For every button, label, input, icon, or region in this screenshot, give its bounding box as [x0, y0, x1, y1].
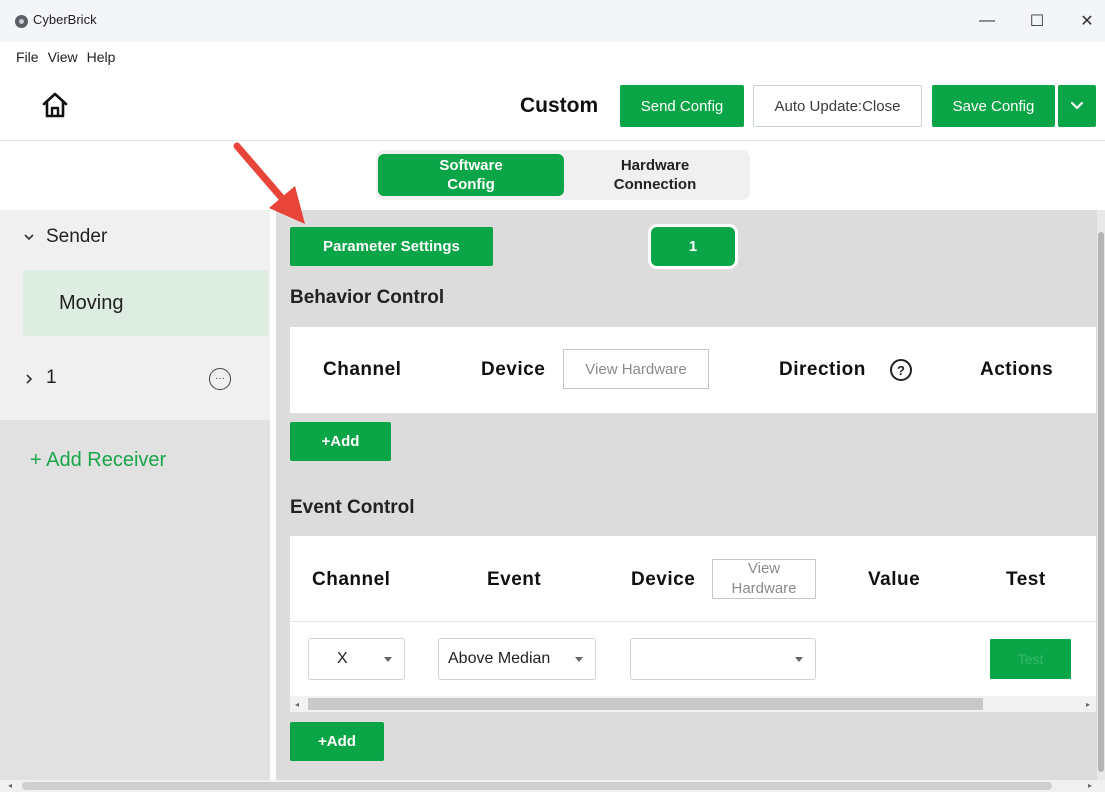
- event-control-title: Event Control: [290, 497, 415, 518]
- horizontal-scrollbar-thumb[interactable]: [22, 782, 1052, 790]
- event-col-value: Value: [868, 569, 921, 590]
- chevron-down-icon[interactable]: [23, 231, 35, 243]
- behavior-control-title: Behavior Control: [290, 287, 445, 308]
- behavior-col-direction: Direction: [779, 359, 866, 380]
- event-table: [290, 536, 1096, 708]
- event-view-hardware-button[interactable]: View Hardware: [712, 559, 816, 599]
- tab-software-config[interactable]: Software Config: [378, 154, 564, 196]
- dropdown-caret-icon: [575, 657, 583, 662]
- event-table-scrollbar-thumb[interactable]: [308, 698, 983, 710]
- send-config-button[interactable]: Send Config: [620, 85, 744, 127]
- annotation-arrow-icon: [233, 142, 305, 224]
- behavior-col-channel: Channel: [323, 359, 402, 380]
- menu-file[interactable]: File: [16, 49, 39, 65]
- tab-software-line1: Software: [439, 157, 503, 174]
- scroll-right-icon[interactable]: ▸: [1086, 700, 1090, 709]
- event-add-button[interactable]: +Add: [290, 722, 384, 761]
- window-title: CyberBrick: [33, 12, 97, 27]
- maximize-button[interactable]: ☐: [1017, 8, 1057, 34]
- test-button[interactable]: Test: [990, 639, 1071, 679]
- device-select[interactable]: [630, 638, 816, 680]
- channel-select[interactable]: X: [308, 638, 405, 680]
- minimize-button[interactable]: —: [967, 8, 1007, 34]
- tab-hardware-line1: Hardware: [620, 157, 690, 174]
- scroll-left-icon[interactable]: ◂: [8, 781, 12, 790]
- tab-hardware-connection[interactable]: Hardware Connection: [564, 154, 746, 196]
- tab-software-line2: Config: [447, 176, 495, 193]
- view-hardware-line2: Hardware: [731, 580, 797, 597]
- sidebar-item-sender[interactable]: Sender: [46, 226, 107, 248]
- event-col-channel: Channel: [312, 569, 391, 590]
- add-receiver-link[interactable]: + Add Receiver: [30, 449, 166, 472]
- help-circle-icon[interactable]: ?: [890, 359, 912, 381]
- event-col-test: Test: [1006, 569, 1046, 590]
- more-icon[interactable]: ···: [209, 368, 231, 390]
- event-select-value: Above Median: [448, 650, 551, 667]
- view-hardware-line1: View: [747, 560, 781, 577]
- auto-update-button[interactable]: Auto Update:Close: [753, 85, 922, 127]
- chevron-right-icon[interactable]: [23, 373, 35, 385]
- menu-bar: File View Help: [0, 44, 115, 70]
- channel-select-value: X: [337, 650, 348, 667]
- event-col-event: Event: [487, 569, 542, 590]
- vertical-scrollbar-thumb[interactable]: [1098, 232, 1104, 772]
- dropdown-caret-icon: [384, 657, 392, 662]
- page-title: Custom: [520, 94, 599, 117]
- tab-hardware-line2: Connection: [613, 176, 697, 193]
- menu-help[interactable]: Help: [87, 49, 116, 65]
- scroll-right-icon[interactable]: ▸: [1088, 781, 1092, 790]
- event-table-header-divider: [290, 621, 1096, 622]
- close-button[interactable]: ✕: [1067, 8, 1105, 34]
- title-bar: [0, 0, 1105, 42]
- sidebar-item-moving-label: Moving: [59, 292, 124, 314]
- view-hardware-button[interactable]: View Hardware: [563, 349, 709, 389]
- behavior-col-device: Device: [481, 359, 546, 380]
- save-config-button[interactable]: Save Config: [932, 85, 1055, 127]
- page-badge[interactable]: 1: [648, 224, 738, 269]
- parameter-settings-button[interactable]: Parameter Settings: [290, 227, 493, 266]
- event-col-device: Device: [631, 569, 696, 590]
- dropdown-caret-icon: [795, 657, 803, 662]
- scroll-left-icon[interactable]: ◂: [295, 700, 299, 709]
- chevron-down-icon: [1070, 101, 1084, 110]
- behavior-add-button[interactable]: +Add: [290, 422, 391, 461]
- menu-view[interactable]: View: [48, 49, 78, 65]
- sidebar-item-receiver-1[interactable]: 1: [46, 367, 57, 389]
- app-logo-icon: [15, 15, 28, 28]
- home-icon[interactable]: [40, 90, 70, 120]
- save-options-button[interactable]: [1058, 85, 1096, 127]
- header-divider: [0, 140, 1105, 141]
- behavior-col-actions: Actions: [980, 359, 1054, 380]
- event-select[interactable]: Above Median: [438, 638, 596, 680]
